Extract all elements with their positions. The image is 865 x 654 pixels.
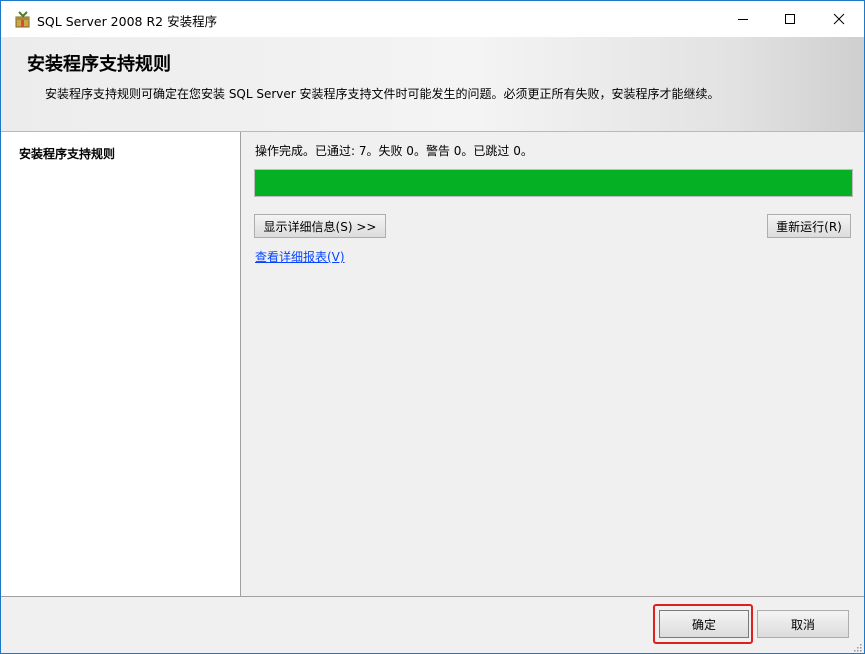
progress-bar-fill bbox=[255, 170, 852, 196]
page-header: 安装程序支持规则 安装程序支持规则可确定在您安装 SQL Server 安装程序… bbox=[1, 37, 864, 132]
window-title: SQL Server 2008 R2 安装程序 bbox=[37, 14, 218, 29]
installer-window: SQL Server 2008 R2 安装程序 安装程序支持规则 安装程序支持规… bbox=[0, 0, 865, 654]
maximize-icon bbox=[785, 14, 795, 24]
minimize-icon bbox=[738, 19, 748, 20]
status-text: 操作完成。已通过: 7。失败 0。警告 0。已跳过 0。 bbox=[255, 144, 533, 158]
step-sidebar: 安装程序支持规则 bbox=[1, 132, 241, 596]
close-icon bbox=[833, 13, 845, 25]
maximize-button[interactable] bbox=[767, 1, 813, 37]
page-description: 安装程序支持规则可确定在您安装 SQL Server 安装程序支持文件时可能发生… bbox=[45, 87, 720, 101]
rerun-button[interactable]: 重新运行(R) bbox=[767, 214, 851, 238]
close-button[interactable] bbox=[816, 1, 862, 37]
cancel-button[interactable]: 取消 bbox=[757, 610, 849, 638]
sidebar-item-setup-support-rules[interactable]: 安装程序支持规则 bbox=[19, 145, 115, 162]
sql-server-setup-icon bbox=[15, 11, 30, 28]
resize-grip-icon[interactable] bbox=[852, 642, 862, 652]
show-details-button[interactable]: 显示详细信息(S) >> bbox=[254, 214, 386, 238]
title-bar[interactable]: SQL Server 2008 R2 安装程序 bbox=[1, 1, 864, 37]
minimize-button[interactable] bbox=[720, 1, 766, 37]
footer-bar: 确定 取消 bbox=[1, 596, 864, 653]
view-detailed-report-link[interactable]: 查看详细报表(V) bbox=[255, 248, 345, 265]
page-title: 安装程序支持规则 bbox=[27, 54, 171, 75]
main-content: 操作完成。已通过: 7。失败 0。警告 0。已跳过 0。 显示详细信息(S) >… bbox=[241, 132, 864, 596]
progress-bar bbox=[254, 169, 853, 197]
ok-button[interactable]: 确定 bbox=[659, 610, 749, 638]
